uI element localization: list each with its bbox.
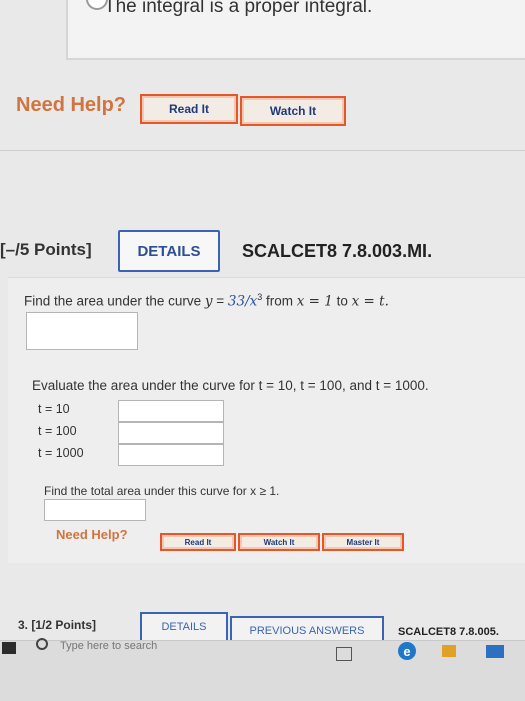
windows-start-icon[interactable] — [2, 642, 16, 654]
points-label: 3. [1/2 Points] — [18, 618, 97, 632]
t-label: t = 100 — [38, 424, 77, 438]
store-icon[interactable] — [442, 645, 456, 657]
problem-code: SCALCET8 7.8.005. — [398, 626, 499, 638]
search-icon[interactable] — [36, 638, 48, 650]
divider — [0, 150, 525, 151]
task-view-icon[interactable] — [336, 647, 352, 661]
t-label: t = 1000 — [38, 446, 84, 460]
master-it-button[interactable]: Master It — [322, 533, 404, 551]
details-button[interactable]: DETAILS — [118, 230, 220, 272]
t-label: t = 10 — [38, 402, 70, 416]
t-answer-input[interactable] — [118, 400, 224, 422]
question-prompt: Find the area under the curve y = 33/x3 … — [24, 292, 389, 310]
t-answer-input[interactable] — [118, 444, 224, 466]
need-help-label: Need Help? — [56, 527, 128, 542]
details-button[interactable]: DETAILS — [140, 612, 228, 642]
edge-browser-icon[interactable]: e — [398, 642, 416, 660]
read-it-button[interactable]: Read It — [160, 533, 236, 551]
total-area-input[interactable] — [44, 499, 146, 521]
t-answer-input[interactable] — [118, 422, 224, 444]
total-area-prompt: Find the total area under this curve for… — [44, 484, 280, 498]
area-answer-input[interactable] — [26, 312, 138, 350]
search-input[interactable] — [58, 639, 204, 653]
need-help-label: Need Help? — [16, 94, 127, 116]
evaluate-prompt: Evaluate the area under the curve for t … — [32, 378, 429, 393]
mail-icon[interactable] — [486, 645, 504, 658]
read-it-button[interactable]: Read It — [140, 94, 238, 124]
watch-it-button[interactable]: Watch It — [240, 96, 346, 126]
problem-code: SCALCET8 7.8.003.MI. — [242, 241, 433, 261]
watch-it-button[interactable]: Watch It — [238, 533, 320, 551]
answer-choice-text: The integral is a proper integral. — [104, 0, 373, 17]
points-label: [–/5 Points] — [0, 240, 92, 259]
